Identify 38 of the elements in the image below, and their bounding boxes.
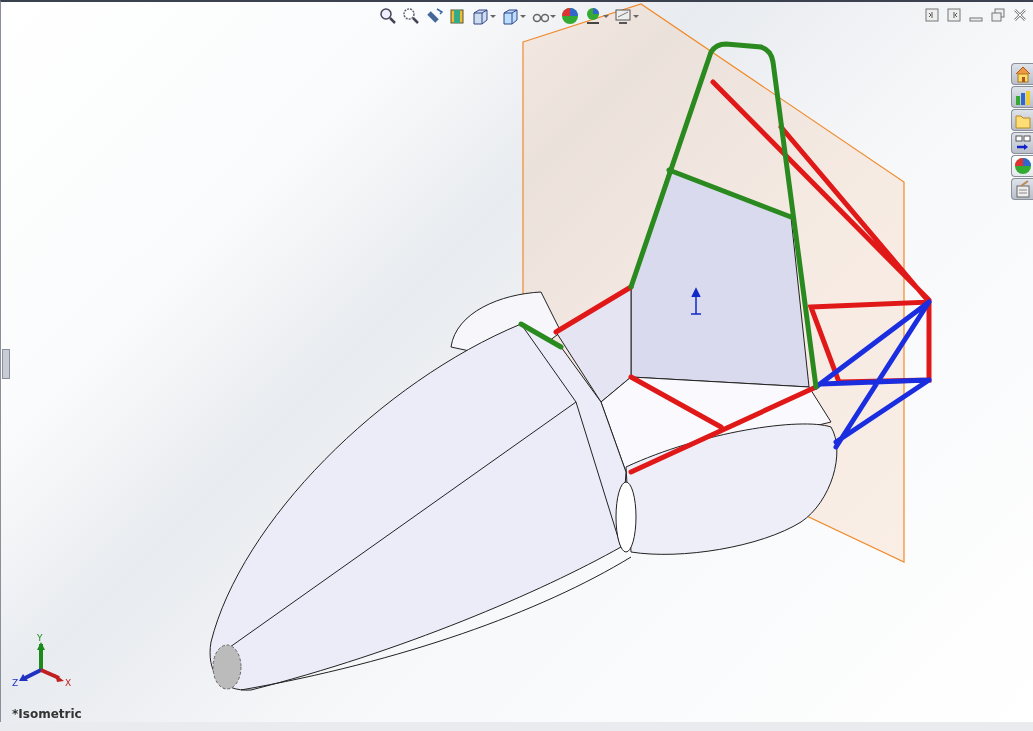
task-pane-tab[interactable]	[1011, 132, 1033, 154]
close-icon[interactable]	[1013, 8, 1027, 22]
caret-icon	[520, 14, 526, 18]
zoom-icon	[379, 7, 397, 25]
cube-icon	[501, 7, 519, 25]
toolbar-button[interactable]	[500, 6, 527, 26]
axis-triad-drawing	[19, 642, 64, 682]
axis-label: Y	[37, 633, 43, 643]
caret-icon	[550, 14, 556, 18]
toolbar-button[interactable]	[470, 6, 497, 26]
axis-label: X	[65, 678, 72, 688]
palette-icon	[1013, 134, 1032, 152]
view-orientation-label: *Isometric	[12, 707, 82, 721]
cylinder-icon	[448, 7, 466, 25]
color-ball-icon	[561, 7, 579, 25]
color-ball-icon	[584, 7, 602, 25]
zoom-area-icon	[402, 7, 420, 25]
home-icon	[1013, 65, 1032, 83]
toolbar-button[interactable]	[378, 6, 398, 26]
split-view-icon[interactable]	[925, 8, 939, 22]
task-pane-tab[interactable]	[1011, 86, 1033, 108]
panel-handle[interactable]	[2, 349, 10, 379]
caret-icon	[603, 14, 609, 18]
restore-icon[interactable]	[991, 8, 1005, 22]
axis-label: Z	[12, 678, 19, 688]
task-pane-tab[interactable]	[1011, 155, 1033, 177]
monitor-icon	[614, 7, 632, 25]
toolbar-button[interactable]	[560, 6, 580, 26]
split-view-icon[interactable]	[947, 8, 961, 22]
bar-chart-icon	[1013, 88, 1032, 106]
toolbar-button[interactable]	[401, 6, 421, 26]
toolbar-button[interactable]	[613, 6, 640, 26]
cube-icon	[471, 7, 489, 25]
origin-icon	[690, 287, 702, 315]
clipboard-icon	[1013, 180, 1032, 198]
color-ball-icon	[1013, 157, 1032, 175]
caret-icon	[490, 14, 496, 18]
caret-icon	[633, 14, 639, 18]
